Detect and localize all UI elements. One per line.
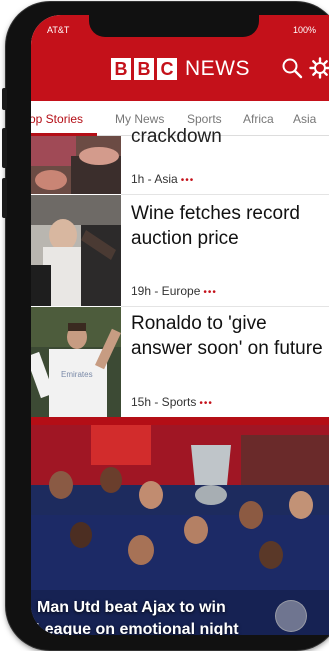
more-options-icon[interactable]: ••• [199,398,213,409]
touch-indicator [275,600,307,632]
carrier-label: AT&T [47,25,70,35]
search-icon[interactable] [281,57,303,79]
story-headline: crackdown [131,126,222,147]
story-meta: 19h - Europe ••• [131,284,217,298]
ronaldo-photo: Emirates [31,307,121,417]
story-meta: 15h - Sports ••• [131,395,213,409]
app-header: AT&T 100% B B C NEWS [31,15,329,101]
hero-story[interactable]: Man Utd beat Ajax to win League on emoti… [31,425,329,635]
story-item[interactable]: Wine fetches record auction price 19h - … [31,195,329,306]
story-thumbnail [31,136,121,194]
story-item[interactable]: Emirates Ronaldo to 'give answer soon' o… [31,307,329,417]
more-options-icon[interactable]: ••• [203,287,217,298]
more-options-icon[interactable]: ••• [181,175,195,186]
section-separator [31,417,329,425]
tab-top-stories[interactable]: Top Stories [31,112,83,126]
story-thumbnail [31,195,121,306]
story-thumbnail: Emirates [31,307,121,417]
story-headline: Ronaldo to 'give answer soon' on future [131,313,323,359]
wine-auction-photo [31,195,121,306]
gear-icon[interactable] [309,57,329,79]
story-meta: 1h - Asia ••• [131,172,194,186]
volume-down-button [2,178,7,218]
bbc-news-logo[interactable]: B B C NEWS [111,57,250,81]
logo-letter-c: C [157,58,177,80]
story-timestamp: 15h - Sports [131,395,197,409]
logo-letter-b1: B [111,58,131,80]
app-screenshot: AT&T 100% B B C NEWS op Stories My News … [0,0,329,651]
volume-up-button [2,128,7,168]
battery-level: 100% [293,25,317,35]
story-headline: Wine fetches record auction price [131,203,300,249]
logo-word-news: NEWS [185,57,250,80]
device-notch [89,15,259,37]
hero-headline-line2: League on emotional night [35,621,239,635]
logo-letter-b2: B [134,58,154,80]
protest-photo [31,136,121,194]
silent-switch [2,88,7,110]
svg-text:Emirates: Emirates [61,370,93,379]
story-timestamp: 19h - Europe [131,284,201,298]
story-timestamp: 1h - Asia [131,172,178,186]
story-item[interactable]: crackdown 1h - Asia ••• [31,126,329,194]
phone-screen: AT&T 100% B B C NEWS op Stories My News … [31,15,329,635]
hero-headline-line1: Man Utd beat Ajax to win [37,599,226,616]
